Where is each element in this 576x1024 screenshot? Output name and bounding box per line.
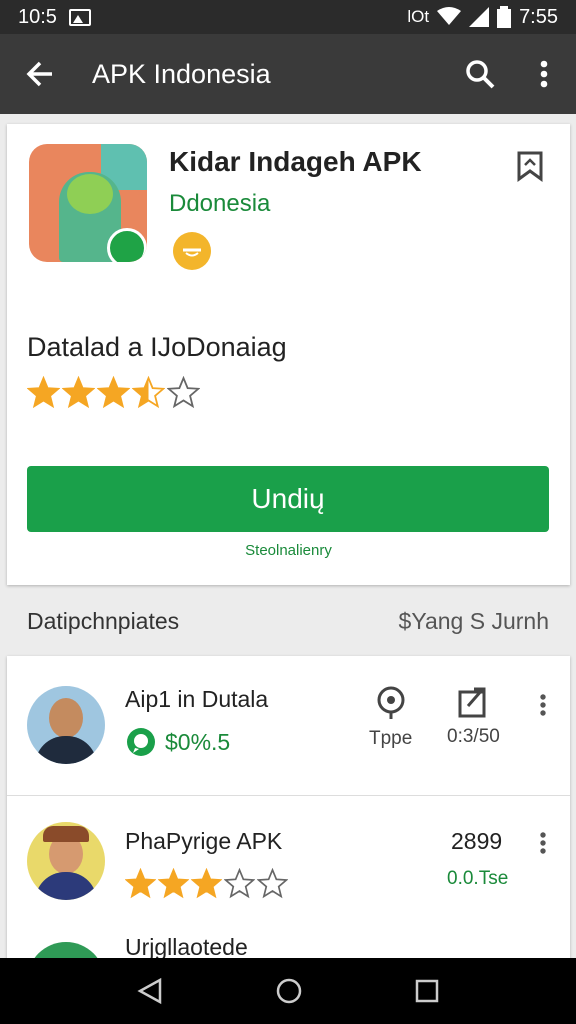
list-item-price: 2899	[451, 828, 503, 854]
cell-signal-icon	[469, 7, 490, 27]
bookmark-button[interactable]	[516, 150, 544, 187]
type-column[interactable]: Tppe	[369, 686, 412, 750]
star-full-icon	[27, 376, 60, 409]
app-badge-icon	[107, 228, 147, 262]
bookmark-icon	[517, 151, 543, 182]
avatar	[27, 686, 105, 764]
more-vert-icon	[540, 60, 548, 88]
app-rating-stars	[27, 376, 200, 409]
section-action[interactable]: $Yang S Jurnh	[399, 608, 549, 635]
share-icon	[458, 687, 486, 718]
star-full-icon	[125, 868, 156, 899]
status-bar: 10:5 lOt 7:55	[0, 0, 576, 34]
list-item-more-button[interactable]	[540, 694, 546, 721]
navigation-bar	[0, 958, 576, 1024]
list-item[interactable]: Aip1 in Dutala $0%.5 Tppe 0:3/50	[7, 656, 570, 796]
list-item-more-button[interactable]	[540, 832, 546, 859]
list-item-title: Urjgllaotede	[125, 934, 248, 960]
nav-back-icon[interactable]	[136, 977, 164, 1005]
more-vert-icon	[540, 832, 546, 854]
type-label: Tppe	[369, 728, 413, 749]
star-full-icon	[62, 376, 95, 409]
search-icon	[466, 60, 495, 89]
list-item-title: PhaPyrige APK	[125, 828, 283, 854]
app-name: Kidar Indageh APK	[169, 146, 422, 177]
arrow-back-icon	[26, 61, 52, 87]
list-item-rating-stars	[125, 868, 288, 899]
section-title: Datipchnpiates	[27, 608, 180, 634]
list-item[interactable]: PhaPyrige APK 2899 0.0.Tse	[7, 796, 570, 936]
star-empty-icon	[167, 376, 200, 409]
star-half-icon	[132, 376, 165, 409]
star-full-icon	[97, 376, 130, 409]
image-notification-icon	[68, 8, 91, 26]
star-empty-icon	[224, 868, 255, 899]
app-developer[interactable]: Ddonesia	[169, 190, 270, 218]
app-icon	[29, 144, 147, 262]
list-item-price: $0%.5	[125, 726, 230, 758]
battery-icon	[497, 6, 512, 28]
status-time-right: 7:55	[519, 5, 558, 28]
status-time-left: 10:5	[18, 5, 57, 28]
nav-home-icon[interactable]	[275, 977, 303, 1005]
more-options-button[interactable]	[512, 34, 576, 114]
app-detail-card: Kidar Indageh APK Ddonesia Datalad a IJo…	[7, 124, 570, 585]
list-item-sub: 0.0.Tse	[447, 868, 509, 889]
section-header: Datipchnpiates $Yang S Jurnh	[27, 608, 549, 635]
app-bar-title: APK Indonesia	[92, 58, 271, 89]
back-button[interactable]	[0, 34, 80, 114]
app-subtitle: Datalad a IJoDonaiag	[27, 332, 287, 362]
app-list-card: Aip1 in Dutala $0%.5 Tppe 0:3/50 PhaPyri…	[7, 656, 570, 966]
install-button[interactable]: Undių	[27, 466, 549, 532]
star-full-icon	[191, 868, 222, 899]
chat-icon	[127, 728, 155, 756]
location-pin-icon	[377, 686, 405, 719]
star-empty-icon	[257, 868, 288, 899]
star-full-icon	[158, 868, 189, 899]
avatar	[27, 822, 105, 900]
search-button[interactable]	[448, 34, 512, 114]
share-column[interactable]: 0:3/50	[447, 686, 500, 748]
wifi-icon	[437, 7, 462, 25]
list-item-title: Aip1 in Dutala	[125, 686, 269, 712]
emoji-badge-icon	[173, 232, 211, 270]
more-vert-icon	[540, 694, 546, 716]
status-signal-text: lOt	[407, 7, 430, 26]
share-value: 0:3/50	[447, 726, 500, 747]
app-bar: APK Indonesia	[0, 34, 576, 114]
install-note: Steolnalienry	[245, 542, 332, 559]
nav-recents-icon[interactable]	[414, 978, 440, 1004]
